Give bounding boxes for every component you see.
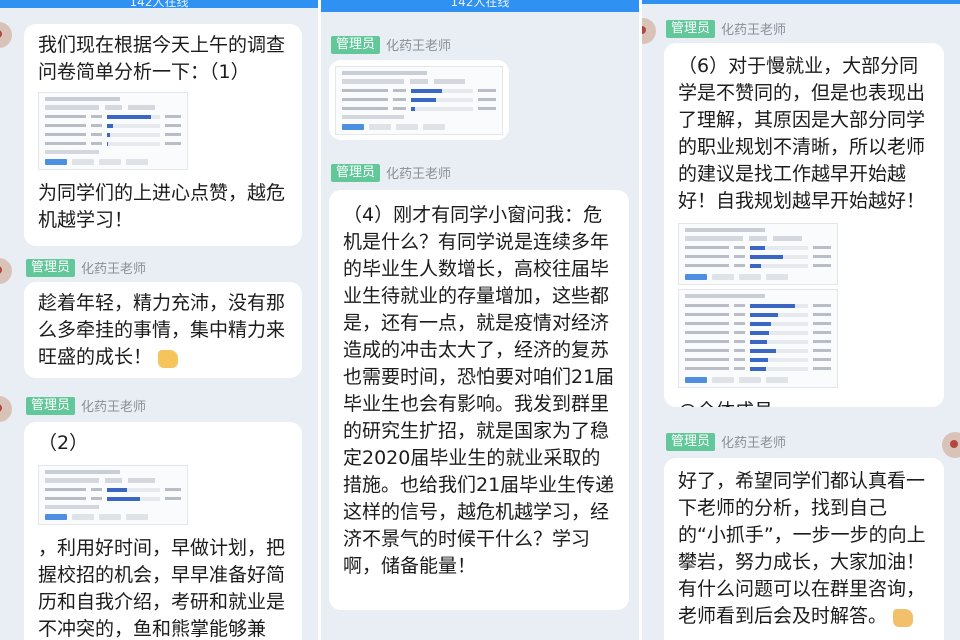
message-bubble[interactable]: 好了，希望同学们都认真看一下老师的分析，找到自己的“小抓手”，一步一步的向上攀岩… — [664, 458, 944, 640]
message-bubble[interactable]: 趁着年轻，精力充沛，没有那么多牵挂的事情，集中精力来旺盛的成长！ — [24, 282, 302, 378]
role-badge: 管理员 — [26, 258, 76, 277]
image-message[interactable] — [329, 60, 509, 140]
sender-name[interactable]: 化药王老师 — [386, 163, 451, 182]
chat-panel-3[interactable]: 管理员 化药王老师 （6）对于慢就业，大部分同学是不赞同的，但是也表现出了理解，… — [642, 0, 960, 640]
sender-meta: 管理员 化药王老师 — [666, 19, 786, 38]
message-text: （4）刚才有同学小窗问我：危机是什么？有同学说是连续多年的毕业生人数增长，高校往… — [343, 204, 615, 577]
sender-name[interactable]: 化药王老师 — [81, 396, 146, 415]
survey-result-image[interactable] — [678, 223, 838, 285]
role-badge: 管理员 — [331, 163, 381, 182]
avatar[interactable] — [0, 22, 12, 48]
survey-result-image[interactable] — [38, 465, 188, 525]
survey-result-image[interactable] — [678, 289, 838, 388]
message-text: ，利用好时间，早做计划，把握校招的机会，早早准备好简历和自我介绍，考研和就业是不… — [38, 537, 286, 640]
message-bubble[interactable]: （4）刚才有同学小窗问我：危机是什么？有同学说是连续多年的毕业生人数增长，高校往… — [329, 190, 629, 610]
message-bubble[interactable]: （2） ，利用好时间，早做计划，把握校招的机会，早早准备好简历和自我介绍，考研和… — [24, 422, 302, 640]
message-text: 我们现在根据今天上午的调查问卷简单分析一下：（1） — [38, 34, 286, 83]
avatar[interactable] — [942, 432, 960, 458]
chat-panel-1[interactable]: 142人在线 我们现在根据今天上午的调查问卷简单分析一下：（1） 为同学们的上进… — [0, 0, 318, 640]
role-badge: 管理员 — [666, 432, 716, 451]
role-badge: 管理员 — [331, 35, 381, 54]
survey-result-image[interactable] — [38, 92, 188, 170]
message-text: 为同学们的上进心点赞，越危机越学习！ — [38, 182, 286, 231]
handshake-emoji-icon — [893, 608, 914, 627]
avatar[interactable] — [0, 258, 12, 284]
message-text: （6）对于慢就业，大部分同学是不赞同的，但是也表现出了理解，其原因是大部分同学的… — [678, 55, 926, 212]
sender-meta: 管理员 化药王老师 — [26, 396, 146, 415]
chat-panel-2[interactable]: 142人在线 管理员 化药王老师 管理员 化药王老师 （4）刚才有同学小窗问我：… — [321, 0, 639, 640]
role-badge: 管理员 — [666, 19, 716, 38]
sender-meta: 管理员 化药王老师 — [331, 35, 451, 54]
avatar[interactable] — [642, 18, 656, 44]
sender-name[interactable]: 化药王老师 — [386, 35, 451, 54]
message-text: 好了，希望同学们都认真看一下老师的分析，找到自己的“小抓手”，一步一步的向上攀岩… — [678, 470, 926, 627]
sender-meta: 管理员 化药王老师 — [331, 163, 451, 182]
message-bubble[interactable]: 我们现在根据今天上午的调查问卷简单分析一下：（1） 为同学们的上进心点赞，越危机… — [24, 24, 302, 246]
sender-name[interactable]: 化药王老师 — [81, 258, 146, 277]
thumbs-up-emoji-icon — [158, 349, 179, 368]
message-bubble[interactable]: （6）对于慢就业，大部分同学是不赞同的，但是也表现出了理解，其原因是大部分同学的… — [664, 43, 944, 407]
online-count: 142人在线 — [450, 0, 510, 9]
sender-meta: 管理员 化药王老师 — [26, 258, 146, 277]
sender-name[interactable]: 化药王老师 — [721, 19, 786, 38]
role-badge: 管理员 — [26, 396, 76, 415]
avatar[interactable] — [0, 396, 12, 422]
survey-result-image[interactable] — [335, 66, 503, 135]
message-text: （2） — [38, 432, 89, 454]
mention-all[interactable]: @全体成员 — [678, 398, 930, 407]
chat-header-bar — [642, 0, 960, 4]
online-count: 142人在线 — [129, 0, 189, 9]
sender-meta: 管理员 化药王老师 — [666, 432, 786, 451]
sender-name[interactable]: 化药王老师 — [721, 432, 786, 451]
